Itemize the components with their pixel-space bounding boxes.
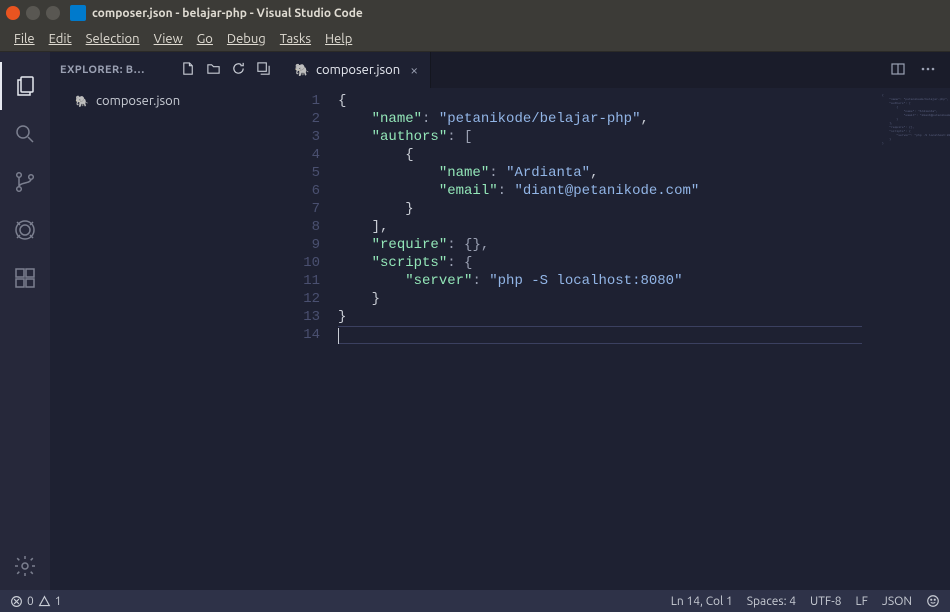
menu-file[interactable]: File bbox=[8, 30, 41, 48]
activity-search[interactable] bbox=[0, 110, 50, 158]
activity-explorer[interactable] bbox=[0, 62, 50, 110]
tab-composer-json[interactable]: 🐘 composer.json × bbox=[282, 52, 431, 88]
new-file-button[interactable] bbox=[181, 61, 196, 79]
new-folder-icon bbox=[206, 61, 221, 76]
minimap[interactable]: { "name": "petanikode/belajar-php", "aut… bbox=[878, 88, 950, 590]
refresh-button[interactable] bbox=[231, 61, 246, 79]
refresh-icon bbox=[231, 61, 246, 76]
gear-icon bbox=[13, 554, 37, 578]
file-item-composer-json[interactable]: 🐘 composer.json bbox=[50, 90, 281, 112]
bug-icon bbox=[13, 218, 37, 242]
code-content[interactable]: { "name": "petanikode/belajar-php", "aut… bbox=[338, 88, 878, 590]
new-folder-button[interactable] bbox=[206, 61, 221, 79]
menubar: File Edit Selection View Go Debug Tasks … bbox=[0, 26, 950, 52]
editor-body[interactable]: 1234567891011121314 { "name": "petanikod… bbox=[282, 88, 950, 590]
activity-debug[interactable] bbox=[0, 206, 50, 254]
editor-area: 🐘 composer.json × 1234567891011121314 { … bbox=[282, 52, 950, 590]
menu-tasks[interactable]: Tasks bbox=[274, 30, 317, 48]
explorer-sidebar: EXPLORER: B… 🐘 composer.json bbox=[50, 52, 282, 590]
activitybar bbox=[0, 52, 50, 590]
new-file-icon bbox=[181, 61, 196, 76]
tabbar: 🐘 composer.json × bbox=[282, 52, 950, 88]
more-actions-button[interactable] bbox=[920, 61, 936, 80]
tab-close-button[interactable]: × bbox=[410, 62, 418, 78]
line-number-gutter: 1234567891011121314 bbox=[282, 88, 338, 590]
status-indentation[interactable]: Spaces: 4 bbox=[747, 595, 796, 608]
window-title: composer.json - belajar-php - Visual Stu… bbox=[92, 7, 363, 20]
more-icon bbox=[920, 61, 936, 77]
error-icon bbox=[10, 595, 23, 608]
smiley-icon bbox=[926, 594, 940, 608]
vscode-app-icon bbox=[70, 5, 86, 21]
menu-edit[interactable]: Edit bbox=[43, 30, 78, 48]
collapse-all-button[interactable] bbox=[256, 61, 271, 79]
menu-help[interactable]: Help bbox=[319, 30, 358, 48]
tab-label: composer.json bbox=[316, 63, 400, 77]
warning-icon bbox=[38, 595, 51, 608]
status-eol[interactable]: LF bbox=[856, 595, 868, 608]
menu-debug[interactable]: Debug bbox=[221, 30, 272, 48]
status-language[interactable]: JSON bbox=[882, 595, 912, 608]
menu-selection[interactable]: Selection bbox=[80, 30, 146, 48]
extensions-icon bbox=[13, 266, 37, 290]
git-branch-icon bbox=[13, 170, 37, 194]
status-problems[interactable]: 0 1 bbox=[10, 595, 62, 608]
activity-source-control[interactable] bbox=[0, 158, 50, 206]
split-icon bbox=[890, 61, 906, 77]
file-item-label: composer.json bbox=[96, 94, 180, 108]
split-editor-button[interactable] bbox=[890, 61, 906, 80]
search-icon bbox=[13, 122, 37, 146]
window-maximize-button[interactable] bbox=[46, 6, 60, 20]
status-encoding[interactable]: UTF-8 bbox=[810, 595, 841, 608]
menu-view[interactable]: View bbox=[148, 30, 189, 48]
sidebar-title: EXPLORER: B… bbox=[60, 64, 175, 76]
statusbar: 0 1 Ln 14, Col 1 Spaces: 4 UTF-8 LF JSON bbox=[0, 590, 950, 612]
window-close-button[interactable] bbox=[6, 6, 20, 20]
collapse-icon bbox=[256, 61, 271, 76]
menu-go[interactable]: Go bbox=[191, 30, 219, 48]
status-feedback[interactable] bbox=[926, 594, 940, 608]
json-file-icon: 🐘 bbox=[74, 93, 90, 109]
files-icon bbox=[14, 74, 38, 98]
status-cursor-position[interactable]: Ln 14, Col 1 bbox=[671, 595, 733, 608]
window-titlebar: composer.json - belajar-php - Visual Stu… bbox=[0, 0, 950, 26]
activity-settings[interactable] bbox=[0, 542, 50, 590]
activity-extensions[interactable] bbox=[0, 254, 50, 302]
json-file-icon: 🐘 bbox=[294, 62, 310, 78]
window-minimize-button[interactable] bbox=[26, 6, 40, 20]
